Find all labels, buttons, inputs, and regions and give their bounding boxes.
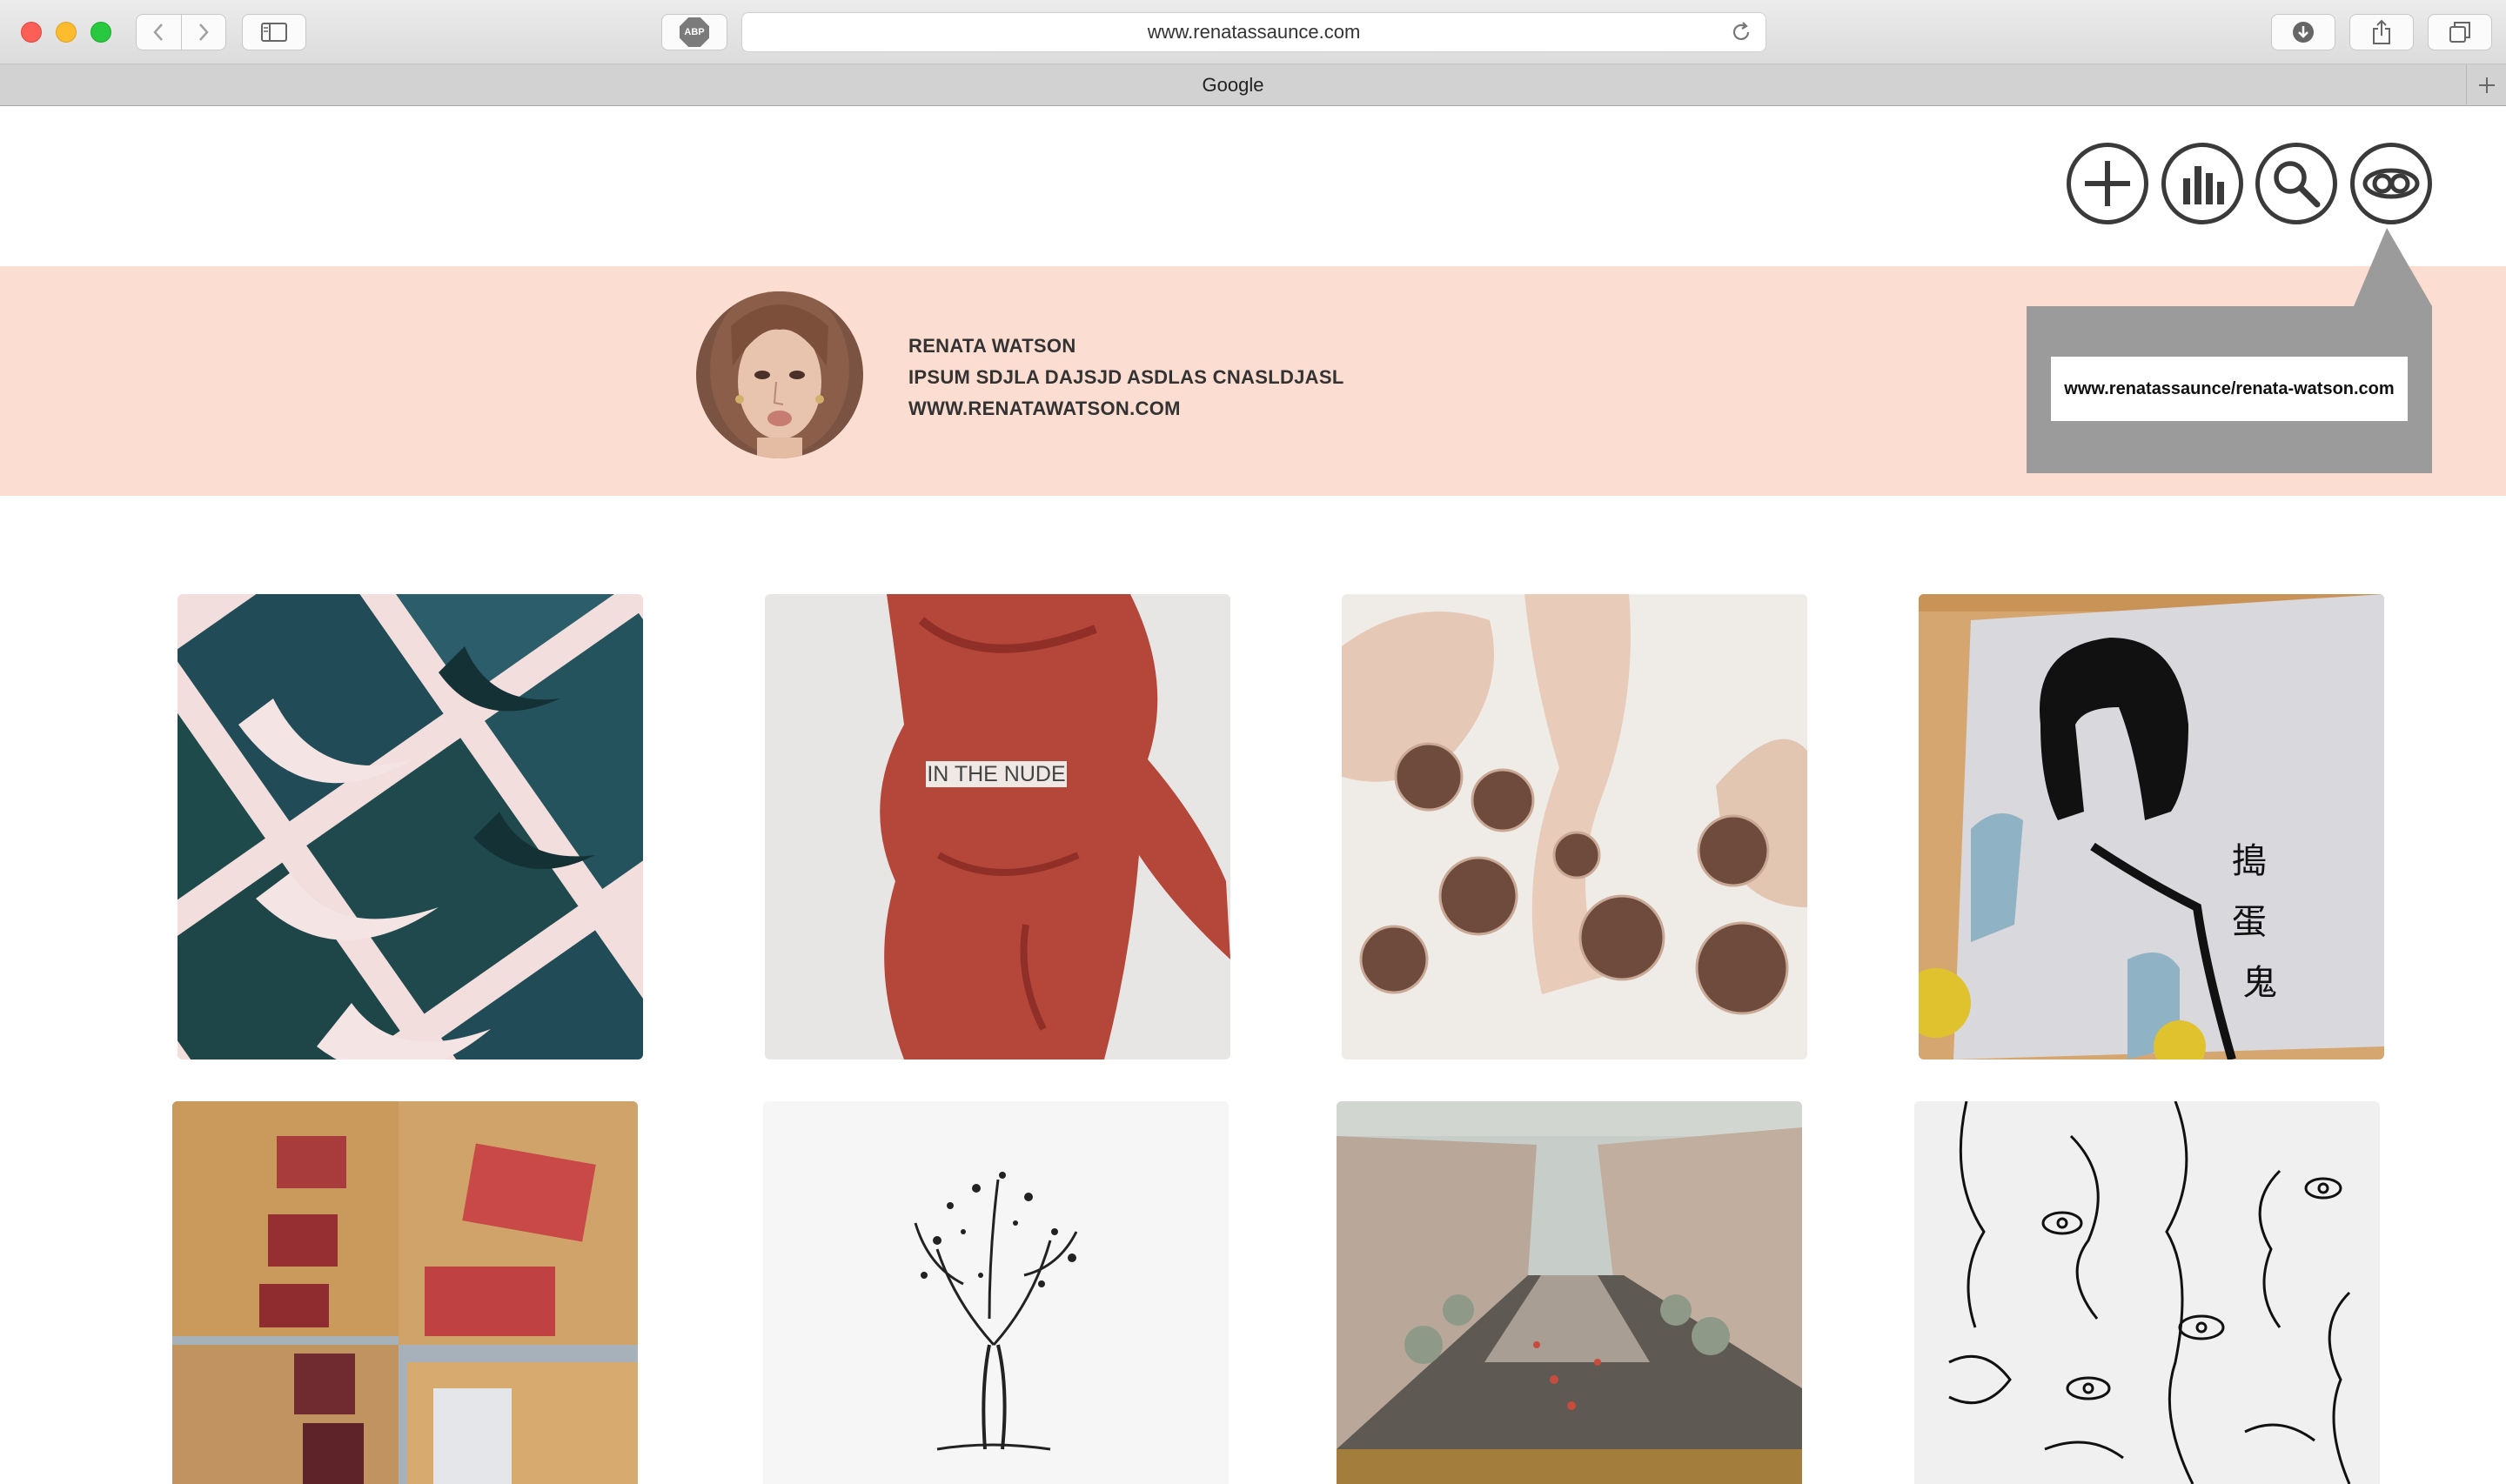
line-faces-image [1914,1101,2380,1484]
history-nav [136,14,226,50]
tabs-icon [2449,22,2470,43]
portrait-glyph-3: 鬼 [2242,964,2277,1002]
reload-icon[interactable] [1729,20,1753,44]
paris-boulevard-image [1337,1101,1802,1484]
in-the-nude-image: IN THE NUDE [765,594,1230,1060]
portrait-glyph-1: 搗 [2232,842,2267,880]
add-button[interactable] [2067,143,2148,224]
share-button[interactable] [2349,14,2414,50]
address-text: www.renatassaunce.com [1147,21,1361,43]
back-button[interactable] [137,15,181,50]
ink-portrait-image: 搗 蛋 鬼 [1919,594,2384,1060]
nude-caption: IN THE NUDE [927,762,1065,786]
gallery-item-ink-portrait[interactable]: 搗 蛋 鬼 [1919,594,2384,1060]
search-icon [2274,161,2321,208]
zoom-window-button[interactable] [90,22,111,43]
gallery-item-wood-swatches[interactable] [172,1101,638,1484]
browser-toolbar: ABP www.renatassaunce.com [0,0,2506,64]
tab-bar: Google [0,64,2506,106]
gallery-item-tree-sketch[interactable] [763,1101,1229,1484]
tab-google[interactable]: Google [0,64,2466,106]
profile-bio: IPSUM SDJLA DAJSJD ASDLAS CNASLDJASL [908,366,1344,388]
share-link-popup: www.renatassaunce/renata-watson.com [2027,228,2432,473]
sidebar-toggle-button[interactable] [242,14,306,50]
chevron-right-icon [198,23,209,41]
close-window-button[interactable] [21,22,42,43]
search-button[interactable] [2255,143,2337,224]
share-icon [2373,19,2390,44]
plus-icon [2478,77,2495,93]
profile-name: RENATA WATSON [908,335,1076,357]
adblock-button[interactable]: ABP [661,14,727,50]
gallery-item-paris-boulevard[interactable] [1337,1101,1802,1484]
chocolate-image [1342,594,1807,1060]
gallery-item-in-the-nude[interactable]: IN THE NUDE [765,594,1230,1060]
profile-website[interactable]: WWW.RENATAWATSON.COM [908,393,1344,424]
tree-sketch-image [763,1101,1229,1484]
wood-swatches-image [172,1101,638,1484]
avatar-image [696,291,863,458]
gallery-item-line-faces[interactable] [1914,1101,2380,1484]
minimize-window-button[interactable] [56,22,77,43]
gallery-item-chocolate[interactable] [1342,594,1807,1060]
download-icon [2293,22,2314,43]
profile-info: RENATA WATSON IPSUM SDJLA DAJSJD ASDLAS … [908,331,1344,424]
eye-icon [2362,168,2420,199]
chevron-left-icon [153,23,164,41]
stats-button[interactable] [2161,143,2243,224]
popup-pointer [2354,228,2432,306]
bar-chart-icon [2183,166,2224,204]
gallery-item-la-luna[interactable] [178,594,643,1060]
plus-icon [2085,161,2130,206]
adblock-icon: ABP [680,17,709,47]
view-button[interactable] [2350,143,2432,224]
forward-button[interactable] [180,15,226,50]
sidebar-icon [261,23,287,42]
portrait-glyph-2: 蛋 [2232,903,2267,941]
la-luna-image [178,594,643,1060]
downloads-button[interactable] [2271,14,2335,50]
tab-overview-button[interactable] [2428,14,2492,50]
share-url-field[interactable]: www.renatassaunce/renata-watson.com [2051,357,2408,421]
address-bar[interactable]: www.renatassaunce.com [741,12,1766,52]
popup-body: www.renatassaunce/renata-watson.com [2027,306,2432,473]
new-tab-button[interactable] [2466,64,2506,106]
avatar[interactable] [696,291,863,458]
